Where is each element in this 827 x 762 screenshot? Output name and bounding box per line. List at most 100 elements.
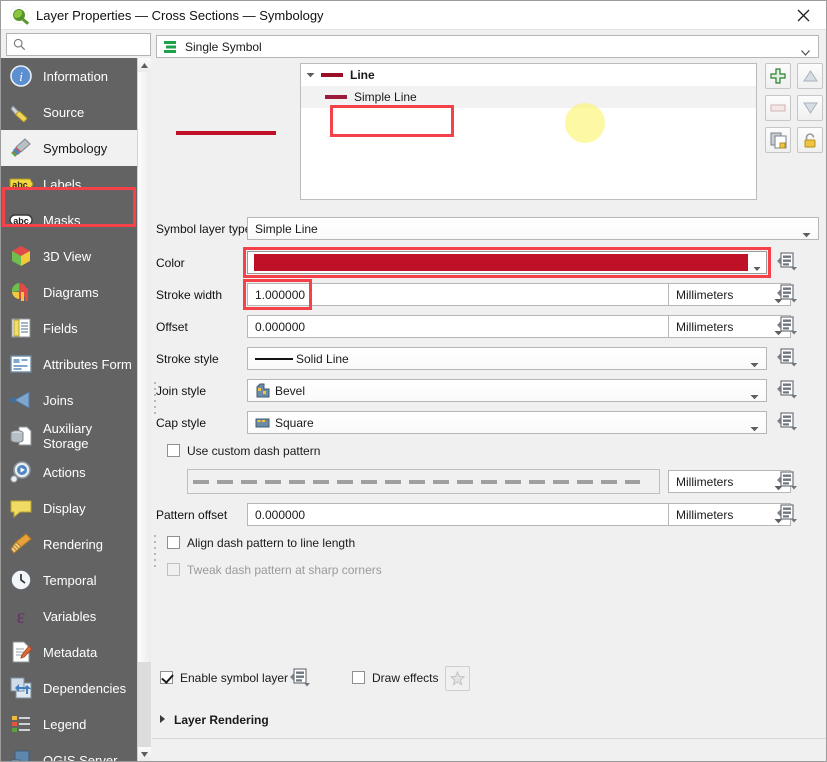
chevron-down-icon[interactable] — [753, 261, 761, 275]
layer-properties-dialog: Layer Properties — Cross Sections — Symb… — [0, 0, 827, 762]
window-title: Layer Properties — Cross Sections — Symb… — [36, 7, 324, 23]
sidebar-item-label: Diagrams — [43, 284, 99, 300]
scroll-down-icon[interactable] — [138, 747, 151, 761]
qgis-server-icon — [8, 747, 34, 761]
join-style-combo[interactable]: Bevel — [247, 379, 767, 402]
sidebar-item-temporal[interactable]: Temporal — [1, 562, 137, 598]
sidebar-item-label: Masks — [43, 212, 81, 228]
offset-data-defined-override-icon[interactable] — [777, 316, 799, 336]
move-up-button[interactable] — [797, 63, 823, 89]
3d-view-cube-icon — [8, 243, 34, 269]
sidebar-item-display[interactable]: Display — [1, 490, 137, 526]
stroke-width-data-defined-override-icon[interactable] — [777, 284, 799, 304]
color-swatch[interactable] — [254, 254, 748, 271]
sidebar-item-dependencies[interactable]: Dependencies — [1, 670, 137, 706]
sidebar-item-rendering[interactable]: Rendering — [1, 526, 137, 562]
sidebar-item-qgis-server[interactable]: QGIS Server — [1, 742, 137, 761]
color-data-defined-override-icon[interactable] — [777, 252, 799, 272]
pattern-offset-data-defined-override-icon[interactable] — [777, 504, 799, 524]
scroll-up-icon[interactable] — [138, 58, 151, 72]
sidebar-item-labels[interactable]: abc Labels — [1, 166, 137, 202]
cap-style-combo[interactable]: Square — [247, 411, 767, 434]
sidebar-item-actions[interactable]: Actions — [1, 454, 137, 490]
line-swatch-icon — [321, 73, 343, 77]
stroke-style-data-defined-override-icon[interactable] — [777, 348, 799, 368]
cap-style-label: Cap style — [156, 415, 207, 430]
tweak-dash-checkbox — [167, 563, 180, 576]
sidebar-item-source[interactable]: Source — [1, 94, 137, 130]
remove-symbol-layer-button[interactable] — [765, 95, 791, 121]
symbol-layer-type-combo[interactable]: Simple Line — [247, 217, 819, 240]
stroke-style-combo[interactable]: Solid Line — [247, 347, 767, 370]
tree-row-simple-line[interactable]: Simple Line — [301, 86, 756, 108]
sidebar-item-label: Auxiliary Storage — [43, 421, 93, 451]
unlock-padlock-icon[interactable] — [797, 127, 823, 153]
sidebar-item-diagrams[interactable]: Diagrams — [1, 274, 137, 310]
sidebar-scrollbar[interactable] — [137, 58, 151, 761]
chevron-right-icon — [159, 713, 166, 727]
join-style-data-defined-override-icon[interactable] — [777, 380, 799, 400]
dash-pattern-unit-value: Millimeters — [676, 474, 734, 489]
offset-value: 0.000000 — [255, 319, 306, 334]
sidebar-item-symbology[interactable]: Symbology — [1, 130, 137, 166]
sidebar-item-information[interactable]: i Information — [1, 58, 137, 94]
sidebar-item-masks[interactable]: abc Masks — [1, 202, 137, 238]
stroke-width-value: 1.000000 — [255, 287, 306, 302]
sidebar-item-variables[interactable]: ε Variables — [1, 598, 137, 634]
splitter-grip[interactable] — [154, 535, 157, 569]
sidebar-item-fields[interactable]: Fields — [1, 310, 137, 346]
draw-effects-label: Draw effects — [372, 671, 439, 685]
move-down-button[interactable] — [797, 95, 823, 121]
sidebar-item-metadata[interactable]: Metadata — [1, 634, 137, 670]
layer-rendering-section-toggle[interactable]: Layer Rendering — [159, 713, 269, 727]
star-effects-icon[interactable] — [445, 666, 470, 691]
variables-epsilon-icon: ε — [8, 603, 34, 629]
dash-pattern-unit-combo[interactable]: Millimeters — [668, 470, 791, 493]
preview-line-sample — [176, 131, 276, 135]
pattern-offset-unit-combo[interactable]: Millimeters — [668, 503, 791, 526]
custom-dash-pattern-preview[interactable] — [187, 469, 660, 494]
scrollbar-track[interactable] — [138, 662, 151, 747]
chevron-down-icon — [750, 357, 759, 371]
cap-style-data-defined-override-icon[interactable] — [777, 412, 799, 432]
search-input[interactable] — [31, 36, 141, 53]
actions-gear-icon — [8, 459, 34, 485]
close-icon[interactable] — [780, 1, 826, 29]
draw-effects-checkbox[interactable] — [352, 671, 365, 684]
sidebar-item-legend[interactable]: Legend — [1, 706, 137, 742]
sidebar-item-3d-view[interactable]: 3D View — [1, 238, 137, 274]
sidebar-item-attributes-form[interactable]: Attributes Form — [1, 346, 137, 382]
sidebar-item-auxiliary-storage[interactable]: Auxiliary Storage — [1, 418, 137, 454]
labels-abc-icon: abc — [8, 171, 34, 197]
chevron-down-icon[interactable] — [301, 72, 319, 78]
enable-symbol-layer-checkbox[interactable] — [160, 671, 173, 684]
diagrams-chart-icon — [8, 279, 34, 305]
join-style-value: Bevel — [275, 383, 306, 398]
chevron-down-icon — [802, 227, 811, 241]
enable-symbol-layer-data-defined-override-icon[interactable] — [290, 668, 312, 688]
offset-unit-combo[interactable]: Millimeters — [668, 315, 791, 338]
sidebar-item-label: Rendering — [43, 536, 103, 552]
search-box[interactable] — [6, 33, 151, 56]
sidebar-item-label: Symbology — [43, 140, 108, 156]
splitter-grip[interactable] — [154, 382, 157, 416]
tree-root-label: Line — [350, 68, 375, 82]
join-style-label: Join style — [156, 383, 207, 398]
simple-line-swatch-icon — [325, 95, 347, 99]
align-dash-checkbox[interactable] — [167, 536, 180, 549]
symbology-brush-icon — [8, 135, 34, 161]
chevron-down-icon — [801, 45, 810, 59]
layer-rendering-label: Layer Rendering — [174, 713, 269, 727]
scrollbar-thumb[interactable] — [138, 72, 151, 662]
tree-row-line[interactable]: Line — [301, 64, 756, 86]
stroke-width-unit-value: Millimeters — [676, 287, 734, 302]
stroke-width-unit-combo[interactable]: Millimeters — [668, 283, 791, 306]
add-symbol-layer-button[interactable] — [765, 63, 791, 89]
symbol-layer-tree[interactable]: Line Simple Line — [300, 63, 757, 200]
color-picker-button[interactable] — [247, 251, 767, 274]
renderer-type-combo[interactable]: Single Symbol — [156, 35, 819, 58]
sidebar-item-joins[interactable]: Joins — [1, 382, 137, 418]
use-custom-dash-checkbox[interactable] — [167, 444, 180, 457]
duplicate-symbol-layer-button[interactable] — [765, 127, 791, 153]
dash-pattern-data-defined-override-icon[interactable] — [777, 471, 799, 491]
